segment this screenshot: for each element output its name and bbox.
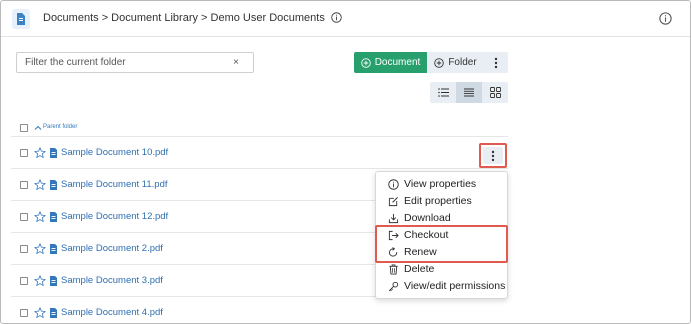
info-icon [388, 178, 399, 190]
star-icon[interactable] [34, 147, 46, 159]
breadcrumb-text: Documents > Document Library > Demo User… [43, 12, 325, 24]
file-name-link[interactable]: Sample Document 3.pdf [61, 275, 163, 286]
row-checkbox[interactable] [20, 149, 28, 157]
menu-item-label: Download [404, 212, 451, 224]
file-name-link[interactable]: Sample Document 2.pdf [61, 243, 163, 254]
download-icon [388, 213, 399, 223]
row-actions-button[interactable] [479, 143, 507, 168]
document-icon [50, 180, 57, 190]
parent-folder-row[interactable]: Parent folder [11, 119, 508, 137]
star-icon[interactable] [34, 179, 46, 191]
file-row[interactable]: Sample Document 4.pdf [11, 297, 508, 323]
file-row[interactable]: Sample Document 10.pdf [11, 137, 508, 169]
star-icon[interactable] [34, 307, 46, 319]
add-folder-label: Folder [448, 57, 477, 68]
star-icon[interactable] [34, 211, 46, 223]
row-checkbox[interactable] [20, 124, 28, 132]
row-checkbox[interactable] [20, 277, 28, 285]
grid-view-icon [489, 87, 501, 98]
menu-item-delete[interactable]: Delete [388, 263, 434, 275]
row-checkbox[interactable] [20, 309, 28, 317]
header-bar: Documents > Document Library > Demo User… [1, 1, 690, 37]
document-app-icon [12, 9, 30, 29]
menu-item-label: Edit properties [404, 195, 472, 207]
document-icon [50, 212, 57, 222]
menu-item-view-properties[interactable]: View properties [388, 178, 476, 190]
key-icon [388, 281, 399, 291]
add-document-button[interactable]: Document [354, 52, 427, 73]
document-icon [50, 244, 57, 254]
info-icon[interactable] [659, 12, 672, 25]
file-name-link[interactable]: Sample Document 10.pdf [61, 147, 168, 158]
row-actions-inner [483, 147, 503, 164]
row-checkbox[interactable] [20, 181, 28, 189]
row-context-menu: View properties Edit properties Download… [375, 171, 508, 299]
more-actions-button[interactable] [484, 52, 508, 73]
document-icon [50, 276, 57, 286]
edit-icon [388, 196, 398, 206]
list-view-button[interactable] [430, 82, 456, 103]
list-view-icon [437, 88, 449, 97]
menu-item-checkout[interactable]: Checkout [388, 229, 448, 241]
menu-item-download[interactable]: Download [388, 212, 451, 224]
document-icon [50, 308, 57, 318]
star-icon[interactable] [34, 243, 46, 255]
file-name-link[interactable]: Sample Document 11.pdf [61, 179, 168, 190]
breadcrumb: Documents > Document Library > Demo User… [43, 12, 342, 24]
document-icon [50, 148, 57, 158]
view-mode-switcher [430, 82, 508, 103]
row-checkbox[interactable] [20, 213, 28, 221]
menu-item-label: View/edit permissions [404, 280, 506, 292]
parent-folder-link[interactable]: Parent folder [43, 124, 77, 130]
renew-icon [388, 246, 398, 257]
file-name-link[interactable]: Sample Document 4.pdf [61, 307, 163, 318]
add-document-label: Document [374, 57, 421, 68]
kebab-menu-icon [491, 150, 495, 161]
detail-view-icon [464, 88, 474, 97]
menu-item-label: Checkout [404, 229, 449, 241]
filter-input[interactable] [16, 52, 254, 73]
menu-item-label: View properties [404, 178, 477, 190]
detail-view-button[interactable] [456, 82, 482, 103]
menu-item-renew[interactable]: Renew [388, 246, 437, 258]
star-icon[interactable] [34, 275, 46, 287]
trash-icon [389, 263, 398, 275]
chevron-up-icon [34, 125, 42, 130]
menu-item-permissions[interactable]: View/edit permissions [388, 280, 505, 292]
checkout-icon [388, 230, 399, 240]
info-icon[interactable] [331, 12, 342, 23]
menu-item-label: Delete [404, 263, 435, 275]
menu-item-edit-properties[interactable]: Edit properties [388, 195, 472, 207]
document-library-window: Documents > Document Library > Demo User… [0, 0, 691, 324]
file-name-link[interactable]: Sample Document 12.pdf [61, 211, 168, 222]
plus-circle-icon [360, 57, 371, 68]
grid-view-button[interactable] [482, 82, 508, 103]
menu-item-label: Renew [404, 246, 437, 258]
plus-circle-icon [434, 57, 445, 68]
add-folder-button[interactable]: Folder [427, 52, 484, 73]
clear-filter-button[interactable]: × [229, 56, 243, 70]
row-checkbox[interactable] [20, 245, 28, 253]
kebab-menu-icon [494, 57, 498, 68]
